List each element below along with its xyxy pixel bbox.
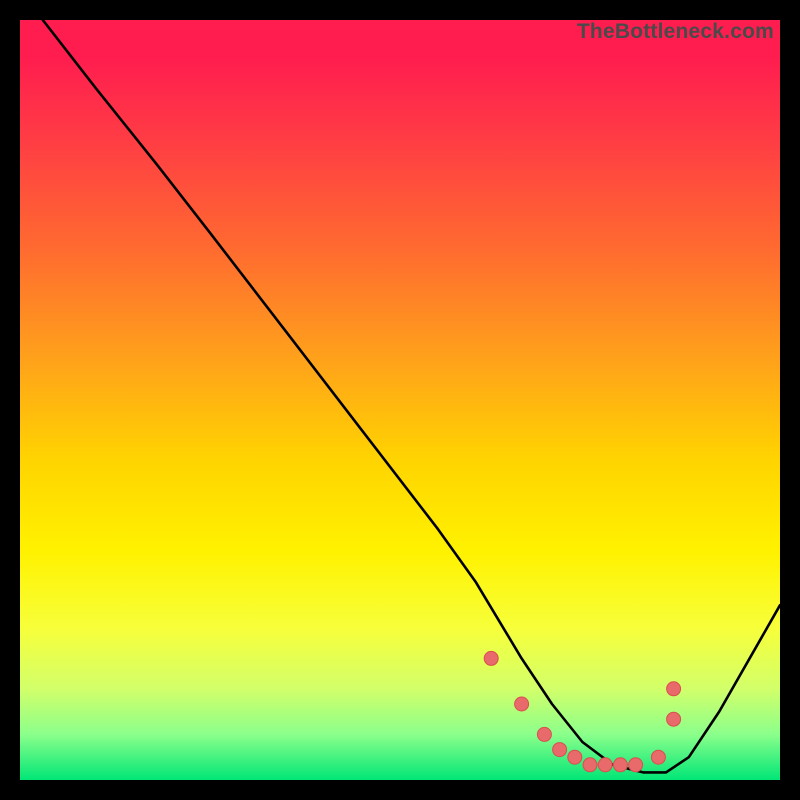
highlight-dot — [667, 712, 681, 726]
highlight-dot — [583, 758, 597, 772]
highlight-dot — [629, 758, 643, 772]
chart-frame: TheBottleneck.com — [0, 0, 800, 800]
highlight-dot — [553, 743, 567, 757]
plot-area: TheBottleneck.com — [20, 20, 780, 780]
highlight-dots-group — [484, 651, 680, 771]
highlight-dot — [484, 651, 498, 665]
highlight-dot — [515, 697, 529, 711]
highlight-dot — [651, 750, 665, 764]
highlight-dot — [667, 682, 681, 696]
highlight-dot — [568, 750, 582, 764]
highlight-dot — [613, 758, 627, 772]
highlight-dot — [537, 727, 551, 741]
curve-svg — [20, 20, 780, 780]
bottleneck-curve — [43, 20, 780, 772]
highlight-dot — [598, 758, 612, 772]
